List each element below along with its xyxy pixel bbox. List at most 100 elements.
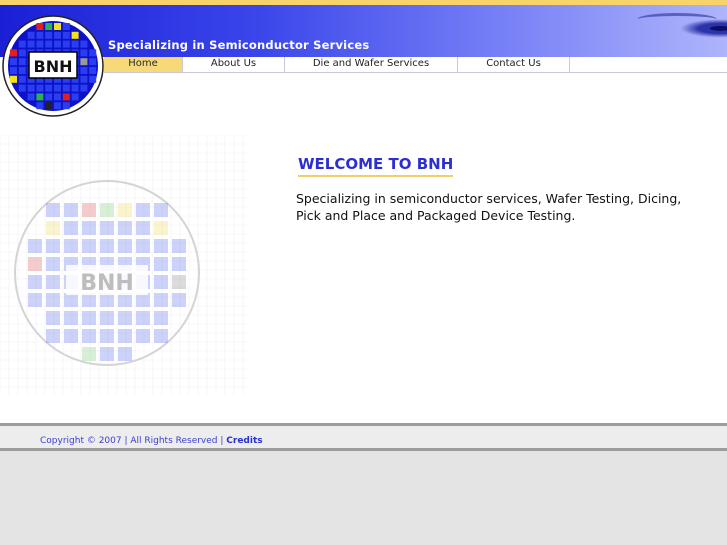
logo-die bbox=[54, 40, 61, 48]
logo-die bbox=[80, 75, 88, 83]
logo-die bbox=[36, 102, 44, 110]
welcome-heading: WELCOME TO BNH bbox=[298, 155, 454, 177]
watermark-die bbox=[172, 275, 186, 289]
watermark-die bbox=[82, 329, 96, 343]
watermark-die bbox=[82, 347, 96, 361]
watermark-die bbox=[82, 311, 96, 325]
logo-die bbox=[71, 31, 79, 39]
intro-paragraph: Specializing in semiconductor services, … bbox=[296, 191, 682, 223]
logo-die bbox=[89, 58, 97, 66]
logo-die bbox=[18, 49, 26, 57]
logo-die bbox=[10, 75, 17, 83]
watermark-die bbox=[100, 347, 114, 361]
site-tagline: Specializing in Semiconductor Services bbox=[108, 38, 370, 52]
watermark-die bbox=[172, 293, 186, 307]
logo-die bbox=[18, 75, 26, 83]
logo-die bbox=[27, 31, 35, 39]
wafer-watermark: BNH bbox=[0, 135, 250, 395]
watermark-die bbox=[64, 221, 78, 235]
logo-die bbox=[62, 23, 70, 30]
watermark-die bbox=[64, 311, 78, 325]
logo-die bbox=[62, 84, 70, 92]
logo-die bbox=[62, 31, 70, 39]
logo-die bbox=[80, 67, 88, 74]
watermark-die bbox=[154, 329, 168, 343]
watermark-die bbox=[64, 239, 78, 253]
nav-contact-us[interactable]: Contact Us bbox=[458, 57, 570, 72]
watermark-die bbox=[82, 221, 96, 235]
nav-about-us[interactable]: About Us bbox=[183, 57, 285, 72]
copyright-text: Copyright © 2007 | All Rights Reserved | bbox=[40, 436, 227, 446]
watermark-die bbox=[136, 329, 150, 343]
watermark-die bbox=[136, 239, 150, 253]
watermark-die bbox=[136, 293, 150, 307]
logo-die bbox=[45, 84, 53, 92]
watermark-die bbox=[46, 221, 60, 235]
watermark-die bbox=[100, 239, 114, 253]
watermark-die bbox=[28, 293, 42, 307]
logo-die bbox=[54, 102, 61, 110]
watermark-die bbox=[118, 221, 132, 235]
logo-die bbox=[10, 58, 17, 66]
watermark-die bbox=[100, 329, 114, 343]
watermark-die bbox=[64, 329, 78, 343]
watermark-die bbox=[46, 203, 60, 217]
logo-die bbox=[89, 67, 97, 74]
watermark-die bbox=[46, 239, 60, 253]
logo-die bbox=[45, 23, 53, 30]
logo-die bbox=[71, 84, 79, 92]
watermark-die bbox=[154, 311, 168, 325]
watermark-die bbox=[154, 293, 168, 307]
footer: Copyright © 2007 | All Rights Reserved |… bbox=[0, 423, 727, 451]
logo-die bbox=[54, 23, 61, 30]
logo-die bbox=[62, 102, 70, 110]
logo-die bbox=[27, 93, 35, 101]
logo-die bbox=[45, 93, 53, 101]
watermark-die bbox=[172, 257, 186, 271]
logo-die bbox=[36, 40, 44, 48]
watermark-die bbox=[64, 203, 78, 217]
watermark-die bbox=[118, 203, 132, 217]
logo-die bbox=[36, 84, 44, 92]
logo-die bbox=[36, 31, 44, 39]
logo-die bbox=[45, 31, 53, 39]
watermark-die bbox=[136, 221, 150, 235]
logo-die bbox=[89, 75, 97, 83]
watermark-die bbox=[46, 257, 60, 271]
watermark-die bbox=[46, 329, 60, 343]
logo-die bbox=[62, 40, 70, 48]
logo-die bbox=[45, 40, 53, 48]
logo-die bbox=[62, 93, 70, 101]
header-banner: Specializing in Semiconductor Services bbox=[0, 5, 727, 57]
logo-die bbox=[80, 58, 88, 66]
watermark-die bbox=[82, 239, 96, 253]
page-bottom-area bbox=[0, 451, 727, 545]
watermark-die bbox=[118, 239, 132, 253]
logo-die bbox=[18, 67, 26, 74]
watermark-die bbox=[28, 257, 42, 271]
copyright-line: Copyright © 2007 | All Rights Reserved |… bbox=[40, 436, 263, 446]
nav-die-wafer-services[interactable]: Die and Wafer Services bbox=[285, 57, 458, 72]
logo-die bbox=[80, 40, 88, 48]
watermark-die bbox=[28, 239, 42, 253]
credits-link[interactable]: Credits bbox=[226, 436, 262, 446]
watermark-die bbox=[136, 203, 150, 217]
watermark-text: BNH bbox=[80, 271, 134, 296]
bnh-logo[interactable]: BNH bbox=[2, 15, 104, 117]
watermark-die bbox=[136, 311, 150, 325]
logo-die bbox=[45, 102, 53, 110]
watermark-die bbox=[46, 311, 60, 325]
watermark-die bbox=[100, 311, 114, 325]
watermark-die bbox=[154, 239, 168, 253]
logo-die bbox=[54, 31, 61, 39]
logo-text: BNH bbox=[34, 57, 73, 76]
nav-home[interactable]: Home bbox=[104, 57, 183, 72]
watermark-die bbox=[154, 203, 168, 217]
logo-die bbox=[36, 93, 44, 101]
logo-die bbox=[71, 40, 79, 48]
logo-die bbox=[36, 23, 44, 30]
logo-die bbox=[18, 40, 26, 48]
logo-die bbox=[54, 84, 61, 92]
watermark-die bbox=[46, 275, 60, 289]
watermark-die bbox=[82, 203, 96, 217]
